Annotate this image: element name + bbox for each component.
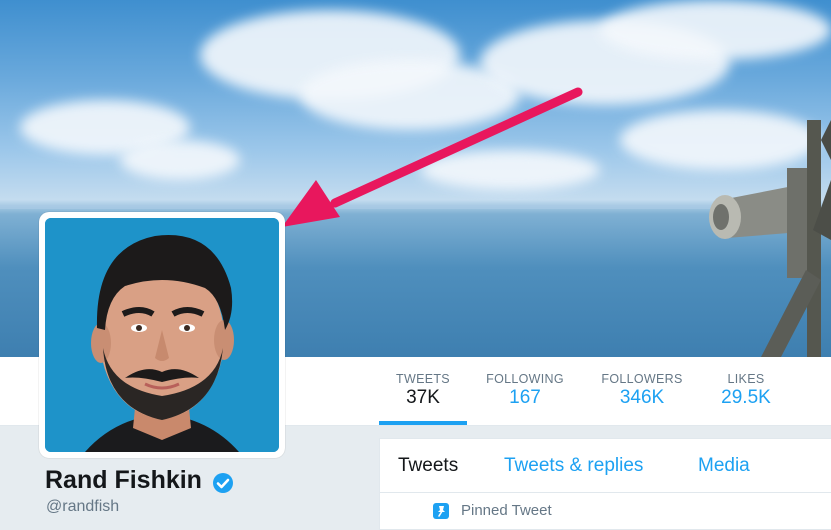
- profile-avatar-frame[interactable]: [39, 212, 285, 458]
- stat-value: 29.5K: [721, 387, 771, 408]
- stat-label: LIKES: [727, 372, 765, 386]
- avatar[interactable]: [45, 218, 279, 452]
- timeline-card: Tweets Tweets & replies Media Pinned Twe…: [379, 438, 831, 530]
- tab-media[interactable]: Media: [698, 455, 750, 477]
- tab-tweets[interactable]: Tweets: [398, 455, 458, 477]
- pin-icon: [433, 503, 449, 519]
- tab-tweets-and-replies[interactable]: Tweets & replies: [504, 455, 643, 477]
- divider: [380, 492, 831, 493]
- stat-label: TWEETS: [396, 372, 450, 386]
- stat-value: 167: [509, 387, 541, 408]
- stat-value: 346K: [619, 387, 665, 408]
- verified-badge-icon: [213, 473, 233, 493]
- stat-label: FOLLOWERS: [601, 372, 683, 386]
- avatar-portrait-image: [45, 218, 279, 452]
- stat-followers[interactable]: FOLLOWERS 346K: [594, 357, 690, 425]
- pinned-tweet-label: Pinned Tweet: [461, 502, 552, 519]
- profile-handle[interactable]: @randfish: [46, 498, 119, 516]
- stat-value: 37K: [406, 387, 440, 408]
- stat-likes[interactable]: LIKES 29.5K: [710, 357, 782, 425]
- stat-following[interactable]: FOLLOWING 167: [480, 357, 570, 425]
- profile-name[interactable]: Rand Fishkin: [45, 466, 202, 495]
- stat-tweets[interactable]: TWEETS 37K: [379, 357, 467, 425]
- stat-label: FOLLOWING: [486, 372, 564, 386]
